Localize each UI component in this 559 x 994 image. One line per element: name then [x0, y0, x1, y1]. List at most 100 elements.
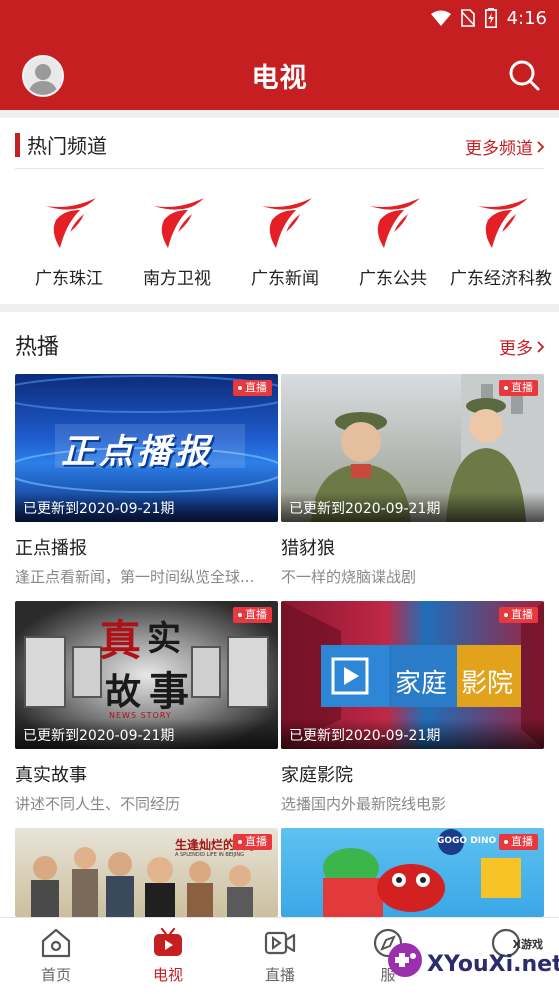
- section-gap: [0, 110, 559, 118]
- tab-live[interactable]: 直播: [240, 928, 320, 985]
- section-accent-bar: [15, 133, 20, 157]
- home-icon: [41, 928, 71, 958]
- tab-label: 直播: [264, 966, 295, 984]
- gdtv-logo-icon: [46, 198, 96, 248]
- show-card[interactable]: GOGO DINO 直播: [281, 828, 544, 917]
- thumb-caption: GOGO DINO: [437, 836, 497, 846]
- live-badge: 直播: [233, 834, 272, 850]
- search-button[interactable]: [507, 58, 541, 92]
- no-sim-icon: [460, 9, 475, 27]
- thumb-caption: 影院: [461, 669, 514, 699]
- app-header: 电视: [0, 36, 559, 110]
- live-dot-icon: [504, 840, 508, 844]
- live-dot-icon: [504, 386, 508, 390]
- show-title: 真实故事: [15, 765, 87, 786]
- channel-name: 南方卫视: [143, 269, 211, 289]
- show-title: 猎豺狼: [281, 538, 335, 559]
- live-label: 直播: [511, 381, 533, 394]
- live-badge: 直播: [233, 607, 272, 623]
- show-thumbnail: 生逢灿烂的日子 A SPLENDID LIFE IN BEIJING 直播: [15, 828, 278, 917]
- channel-name: 广东新闻: [251, 269, 319, 289]
- watermark: X游戏 XYouXi.net: [385, 930, 559, 986]
- show-card[interactable]: 直播 已更新到2020-09-21期 猎豺狼 不一样的烧脑谍战剧: [281, 374, 544, 587]
- channel-item[interactable]: 广东经济科教: [446, 192, 556, 289]
- channel-name: 广东公共: [359, 269, 427, 289]
- channel-item[interactable]: 南方卫视: [122, 192, 232, 289]
- show-card[interactable]: 真 实 故 事 NEWS STORY 直播 已更新到2020-09-21期 真实…: [15, 601, 278, 814]
- update-status: 已更新到2020-09-21期: [281, 492, 544, 522]
- tab-label: 电视: [152, 966, 183, 984]
- gdtv-logo-icon: [478, 198, 528, 248]
- more-hot-label: 更多: [499, 339, 533, 359]
- update-status: 已更新到2020-09-21期: [15, 719, 278, 749]
- channel-list: 广东珠江 南方卫视 广东新闻 广东公共 广东经济科教: [0, 192, 559, 292]
- live-badge: 直播: [499, 834, 538, 850]
- live-label: 直播: [245, 835, 267, 848]
- channel-item[interactable]: 广东珠江: [14, 192, 124, 289]
- status-icons: 4:16: [430, 6, 547, 30]
- live-badge: 直播: [233, 380, 272, 396]
- gdtv-logo-icon: [262, 198, 312, 248]
- channel-name: 广东珠江: [35, 269, 103, 289]
- show-description: 选播国内外最新院线电影: [281, 795, 447, 813]
- gamepad-logo-icon: [388, 943, 422, 977]
- channel-item[interactable]: 广东新闻: [230, 192, 340, 289]
- live-dot-icon: [238, 613, 242, 617]
- show-card[interactable]: 生逢灿烂的日子 A SPLENDID LIFE IN BEIJING 直播: [15, 828, 278, 917]
- thumb-caption-en: A SPLENDID LIFE IN BEIJING: [175, 852, 244, 858]
- section-gap: [0, 304, 559, 312]
- show-card[interactable]: 正点播报 直播 已更新到2020-09-21期 正点播报 逢正点看新闻，第一时间…: [15, 374, 278, 587]
- thumb-char: 真: [99, 616, 142, 665]
- live-badge: 直播: [499, 380, 538, 396]
- more-hot-link[interactable]: 更多: [499, 334, 545, 359]
- live-label: 直播: [245, 608, 267, 621]
- show-description: 讲述不同人生、不同经历: [15, 795, 181, 813]
- tv-icon: [154, 928, 182, 956]
- wifi-icon: [430, 10, 451, 26]
- watermark-text: XYouXi.net: [427, 952, 559, 977]
- tab-home[interactable]: 首页: [16, 928, 96, 985]
- update-status: 已更新到2020-09-21期: [15, 492, 278, 522]
- show-thumbnail: 正点播报 直播 已更新到2020-09-21期: [15, 374, 278, 522]
- watermark-small-text: X游戏: [512, 938, 543, 951]
- show-thumbnail: 家庭 影院 直播 已更新到2020-09-21期: [281, 601, 544, 749]
- divider: [15, 168, 544, 169]
- live-dot-icon: [504, 613, 508, 617]
- video-camera-icon: [264, 931, 296, 955]
- live-dot-icon: [238, 840, 242, 844]
- gdtv-logo-icon: [370, 198, 420, 248]
- show-thumbnail: 直播 已更新到2020-09-21期: [281, 374, 544, 522]
- show-thumbnail: GOGO DINO 直播: [281, 828, 544, 917]
- live-label: 直播: [245, 381, 267, 394]
- channel-name: 广东经济科教: [450, 269, 552, 289]
- tab-label: 首页: [40, 966, 71, 984]
- battery-charging-icon: [484, 8, 497, 28]
- show-card[interactable]: 家庭 影院 直播 已更新到2020-09-21期 家庭影院 选播国内外最新院线电…: [281, 601, 544, 814]
- hot-channels-section: 热门频道 更多频道 广东珠江 南方卫视 广东新闻 广东公共 广东经济科教: [0, 118, 559, 304]
- thumb-caption: 正点播报: [61, 432, 213, 472]
- show-description: 逢正点看新闻，第一时间纵览全球...: [15, 568, 255, 586]
- thumb-char: 故: [105, 672, 142, 713]
- update-status: 已更新到2020-09-21期: [281, 719, 544, 749]
- chevron-right-icon: [537, 340, 545, 353]
- thumb-caption: 家庭: [395, 669, 448, 699]
- tab-tv[interactable]: 电视: [128, 928, 208, 985]
- chevron-right-icon: [537, 140, 545, 153]
- show-title: 家庭影院: [281, 765, 353, 786]
- search-icon: [509, 60, 540, 91]
- page-title: 电视: [251, 63, 308, 94]
- thumb-caption: 真 实 故 事 NEWS STORY: [99, 607, 199, 727]
- live-badge: 直播: [499, 607, 538, 623]
- hot-section-title: 热播: [15, 335, 60, 360]
- more-channels-link[interactable]: 更多频道: [465, 134, 545, 159]
- section-title: 热门频道: [27, 134, 107, 158]
- show-title: 正点播报: [15, 538, 87, 559]
- status-bar: 4:16: [0, 0, 559, 36]
- gdtv-logo-icon: [154, 198, 204, 248]
- live-label: 直播: [511, 608, 533, 621]
- status-time: 4:16: [506, 7, 547, 29]
- channel-item[interactable]: 广东公共: [338, 192, 448, 289]
- show-description: 不一样的烧脑谍战剧: [281, 568, 417, 586]
- more-channels-label: 更多频道: [465, 139, 533, 159]
- live-dot-icon: [238, 386, 242, 390]
